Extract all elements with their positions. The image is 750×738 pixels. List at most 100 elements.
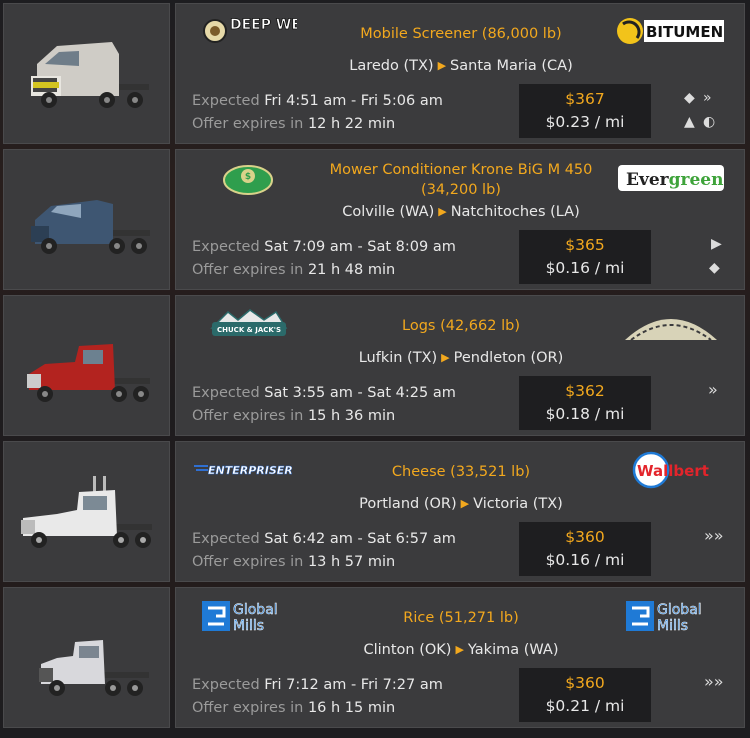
job-price: $360 bbox=[565, 674, 605, 692]
job-offer-2[interactable]: $ Mower Conditioner Krone BiG M 450 (34,… bbox=[3, 149, 745, 290]
source-company-logo: DEEP WELLS bbox=[202, 12, 297, 52]
price-per-mile: $0.18 / mi bbox=[545, 405, 625, 423]
cargo-name: Cheese (33,521 lb) bbox=[391, 464, 531, 480]
route-arrow-icon: ▶ bbox=[438, 205, 447, 218]
route-arrow-icon: ▶ bbox=[455, 643, 464, 656]
price-per-mile: $0.16 / mi bbox=[545, 551, 625, 569]
price-box: $360 $0.16 / mi bbox=[519, 522, 651, 576]
double-arrow-icon: » bbox=[708, 380, 718, 399]
price-box: $367 $0.23 / mi bbox=[519, 84, 651, 138]
cargo-name: Mower Conditioner Krone BiG M 450 (34,20… bbox=[329, 162, 593, 198]
source-company-logo: $ bbox=[221, 162, 276, 202]
offer-expiry: Offer expires in 15 h 36 min bbox=[192, 408, 396, 424]
source-company-logo: CHUCK & JACK'S bbox=[208, 306, 288, 346]
svg-text:Mills: Mills bbox=[657, 618, 688, 634]
offer-expiry: Offer expires in 13 h 57 min bbox=[192, 554, 396, 570]
fast-arrows-icon: »» bbox=[704, 526, 724, 545]
svg-text:Global: Global bbox=[233, 602, 278, 618]
destination-city: Santa Maria (CA) bbox=[450, 58, 573, 74]
truck-icon bbox=[20, 475, 152, 548]
destination-company-logo: Wallbert bbox=[631, 450, 746, 490]
job-details: CHUCK & JACK'S Logs (42,662 lb) Lufkin (… bbox=[175, 295, 745, 436]
truck-image bbox=[3, 441, 170, 582]
svg-text:Mills: Mills bbox=[233, 618, 264, 634]
route: Clinton (OK) ▶ Yakima (WA) bbox=[296, 640, 626, 661]
route: Laredo (TX) ▶ Santa Maria (CA) bbox=[296, 56, 626, 77]
diamond-icon: ◆ bbox=[684, 90, 695, 106]
job-details: Global Mills Rice (51,271 lb) Clinton (O… bbox=[175, 587, 745, 728]
adr-icon: ◐ bbox=[703, 114, 716, 130]
origin-city: Clinton (OK) bbox=[363, 642, 452, 658]
truck-image bbox=[3, 3, 170, 144]
truck-image bbox=[3, 149, 170, 290]
expected-delivery: Expected Fri 7:12 am - Fri 7:27 am bbox=[192, 677, 443, 693]
job-price: $360 bbox=[565, 528, 605, 546]
destination-company-logo: BITUMEN bbox=[616, 12, 731, 52]
origin-city: Lufkin (TX) bbox=[358, 350, 438, 366]
source-company-logo: ENTERPRISER bbox=[192, 456, 302, 496]
origin-city: Laredo (TX) bbox=[349, 58, 434, 74]
svg-text:$: $ bbox=[245, 172, 251, 182]
expected-delivery: Expected Sat 3:55 am - Sat 4:25 am bbox=[192, 385, 456, 401]
price-box: $362 $0.18 / mi bbox=[519, 376, 651, 430]
origin-city: Portland (OR) bbox=[359, 496, 457, 512]
destination-company-logo: Evergreen bbox=[616, 158, 731, 198]
destination-city: Pendleton (OR) bbox=[453, 350, 564, 366]
route-arrow-icon: ▶ bbox=[437, 59, 447, 72]
svg-text:BITUMEN: BITUMEN bbox=[646, 23, 723, 41]
truck-icon bbox=[38, 639, 149, 696]
offer-expiry: Offer expires in 12 h 22 min bbox=[192, 116, 396, 132]
fast-arrows-icon: »» bbox=[704, 672, 724, 691]
expected-delivery: Expected Fri 4:51 am - Fri 5:06 am bbox=[192, 93, 443, 109]
destination-company-logo: Global Mills bbox=[624, 598, 739, 638]
job-offer-4[interactable]: ENTERPRISER Cheese (33,521 lb) Portland … bbox=[3, 441, 745, 582]
job-offer-5[interactable]: Global Mills Rice (51,271 lb) Clinton (O… bbox=[3, 587, 745, 728]
price-box: $360 $0.21 / mi bbox=[519, 668, 651, 722]
job-price: $367 bbox=[565, 90, 605, 108]
job-details: ENTERPRISER Cheese (33,521 lb) Portland … bbox=[175, 441, 745, 582]
cargo-name: Logs (42,662 lb) bbox=[402, 318, 520, 334]
weight-icon: ▲ bbox=[684, 114, 695, 130]
cargo-name: Rice (51,271 lb) bbox=[403, 610, 519, 626]
arrow-icon: ▶ bbox=[711, 236, 722, 252]
route: Portland (OR) ▶ Victoria (TX) bbox=[296, 494, 626, 515]
svg-text:Wallbert: Wallbert bbox=[637, 462, 709, 480]
job-offer-3[interactable]: CHUCK & JACK'S Logs (42,662 lb) Lufkin (… bbox=[3, 295, 745, 436]
truck-icon bbox=[26, 343, 150, 402]
truck-image bbox=[3, 295, 170, 436]
offer-expiry: Offer expires in 16 h 15 min bbox=[192, 700, 396, 716]
svg-text:DEEP WELLS: DEEP WELLS bbox=[230, 17, 297, 33]
job-offer-1[interactable]: DEEP WELLS Mobile Screener (86,000 lb) L… bbox=[3, 3, 745, 144]
svg-text:ENTERPRISER: ENTERPRISER bbox=[208, 464, 293, 477]
job-price: $365 bbox=[565, 236, 605, 254]
route-arrow-icon: ▶ bbox=[460, 497, 470, 510]
diamond-icon: ◆ bbox=[709, 260, 720, 276]
svg-text:Global: Global bbox=[657, 602, 702, 618]
destination-city: Victoria (TX) bbox=[473, 496, 563, 512]
expected-delivery: Expected Sat 7:09 am - Sat 8:09 am bbox=[192, 239, 456, 255]
offer-expiry: Offer expires in 21 h 48 min bbox=[192, 262, 396, 278]
job-details: DEEP WELLS Mobile Screener (86,000 lb) L… bbox=[175, 3, 745, 144]
price-per-mile: $0.23 / mi bbox=[545, 113, 625, 131]
svg-text:CHUCK & JACK'S: CHUCK & JACK'S bbox=[217, 326, 281, 334]
fast-arrows-icon: » bbox=[703, 90, 712, 106]
source-company-logo: Global Mills bbox=[200, 598, 290, 638]
expected-delivery: Expected Sat 6:42 am - Sat 6:57 am bbox=[192, 531, 456, 547]
origin-city: Colville (WA) bbox=[342, 204, 435, 220]
destination-city: Yakima (WA) bbox=[467, 642, 559, 658]
truck-icon bbox=[30, 199, 150, 254]
cargo-name: Mobile Screener (86,000 lb) bbox=[360, 26, 562, 42]
job-price: $362 bbox=[565, 382, 605, 400]
truck-image bbox=[3, 587, 170, 728]
truck-icon bbox=[30, 41, 149, 108]
svg-text:Evergreen: Evergreen bbox=[626, 170, 723, 190]
job-details: $ Mower Conditioner Krone BiG M 450 (34,… bbox=[175, 149, 745, 290]
route: Lufkin (TX) ▶ Pendleton (OR) bbox=[296, 348, 626, 369]
route-arrow-icon: ▶ bbox=[441, 351, 450, 364]
destination-company-logo bbox=[621, 304, 736, 344]
price-per-mile: $0.16 / mi bbox=[545, 259, 625, 277]
job-list: DEEP WELLS Mobile Screener (86,000 lb) L… bbox=[0, 0, 750, 738]
route: Colville (WA) ▶ Natchitoches (LA) bbox=[296, 202, 626, 223]
destination-city: Natchitoches (LA) bbox=[450, 204, 580, 220]
price-box: $365 $0.16 / mi bbox=[519, 230, 651, 284]
